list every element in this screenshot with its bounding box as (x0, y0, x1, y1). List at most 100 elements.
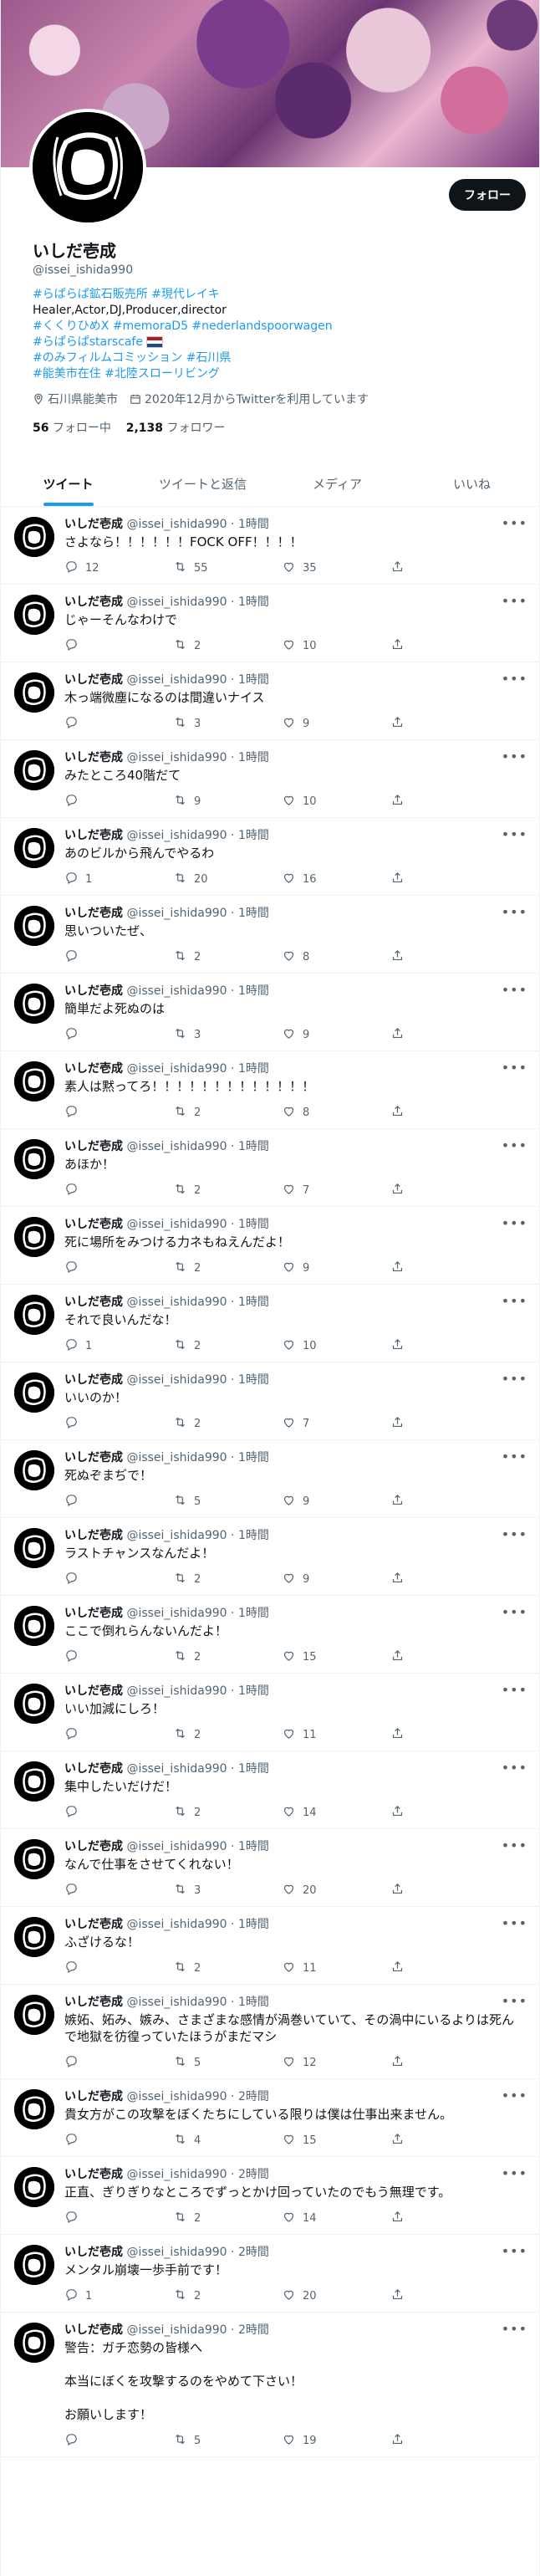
tweet-avatar[interactable] (14, 2323, 54, 2363)
more-options-icon[interactable]: ••• (502, 671, 527, 687)
tweet-author-name[interactable]: いしだ壱成 (64, 1451, 123, 1464)
tweet-author-handle[interactable]: @issei_ishida990 (126, 829, 227, 842)
tweet[interactable]: ••• いしだ壱成 @issei_ishida990 · 1時間 ふざけるな！ 2 11 (1, 1907, 539, 1985)
share-button[interactable] (390, 1804, 405, 1822)
like-button[interactable]: 7 (282, 1182, 390, 1199)
more-options-icon[interactable]: ••• (502, 1682, 527, 1698)
tweet-avatar[interactable] (14, 2089, 54, 2129)
reply-button[interactable] (64, 715, 173, 733)
tweet[interactable]: ••• いしだ壱成 @issei_ishida990 · 1時間 簡単だよ死ぬのは 3… (1, 974, 539, 1051)
reply-button[interactable] (64, 1726, 173, 1744)
tweet-time[interactable]: 1時間 (238, 1607, 269, 1620)
reply-button[interactable] (64, 1104, 173, 1122)
reply-button[interactable] (64, 1882, 173, 1899)
tweet-author-handle[interactable]: @issei_ishida990 (126, 1140, 227, 1153)
follow-button[interactable]: フォロー (449, 179, 526, 211)
bio-line-5[interactable]: #のみフィルムコミッション #石川県 (33, 350, 526, 366)
tweet-time[interactable]: 1時間 (238, 1918, 269, 1931)
tweet-author-name[interactable]: いしだ壱成 (64, 518, 123, 531)
tweet[interactable]: ••• いしだ壱成 @issei_ishida990 · 1時間 それで良いんだな！… (1, 1285, 539, 1362)
tweet-time[interactable]: 1時間 (238, 1140, 269, 1153)
retweet-button[interactable]: 2 (173, 1415, 282, 1433)
retweet-button[interactable]: 2 (173, 1804, 282, 1822)
tweet-author-handle[interactable]: @issei_ishida990 (126, 1296, 227, 1309)
tweet-avatar[interactable] (14, 828, 54, 868)
reply-button[interactable] (64, 637, 173, 655)
tweet[interactable]: ••• いしだ壱成 @issei_ishida990 · 1時間 いいのか！ 2 7 (1, 1362, 539, 1440)
like-button[interactable]: 10 (282, 637, 390, 655)
reply-button[interactable]: 1 (64, 871, 173, 888)
like-button[interactable]: 10 (282, 1337, 390, 1355)
bio-line-1[interactable]: #らぱらぱ鉱石販売所 #現代レイキ (33, 287, 526, 303)
share-button[interactable] (390, 948, 405, 966)
tweet[interactable]: ••• いしだ壱成 @issei_ishida990 · 2時間 貴女方がこの攻撃を… (1, 2079, 539, 2157)
like-button[interactable]: 15 (282, 1648, 390, 1666)
tweet[interactable]: ••• いしだ壱成 @issei_ishida990 · 1時間 素人は黙ってろ！！… (1, 1051, 539, 1129)
tweet-avatar[interactable] (14, 1061, 54, 1101)
more-options-icon[interactable]: ••• (502, 515, 527, 531)
tweet-author-handle[interactable]: @issei_ishida990 (126, 2090, 227, 2103)
tweet-author-name[interactable]: いしだ壱成 (64, 673, 123, 687)
reply-button[interactable]: 1 (64, 1337, 173, 1355)
tweet-time[interactable]: 1時間 (238, 907, 269, 920)
tweet-author-handle[interactable]: @issei_ishida990 (126, 2168, 227, 2181)
retweet-button[interactable]: 2 (173, 1337, 282, 1355)
tweet-time[interactable]: 2時間 (238, 2168, 269, 2181)
tweet-author-name[interactable]: いしだ壱成 (64, 2323, 123, 2337)
like-button[interactable]: 16 (282, 871, 390, 888)
tweet-author-name[interactable]: いしだ壱成 (64, 1140, 123, 1153)
like-button[interactable]: 9 (282, 715, 390, 733)
tweet-author-handle[interactable]: @issei_ishida990 (126, 673, 227, 687)
share-button[interactable] (390, 1104, 405, 1122)
more-options-icon[interactable]: ••• (502, 1993, 527, 2009)
tweet-author-handle[interactable]: @issei_ishida990 (126, 1607, 227, 1620)
tweet-avatar[interactable] (14, 2245, 54, 2285)
like-button[interactable]: 7 (282, 1415, 390, 1433)
tweet-time[interactable]: 2時間 (238, 2246, 269, 2259)
tweet-time[interactable]: 1時間 (238, 1684, 269, 1698)
share-button[interactable] (390, 1337, 405, 1355)
tweet-avatar[interactable] (14, 1139, 54, 1179)
reply-button[interactable] (64, 1648, 173, 1666)
like-button[interactable]: 14 (282, 2210, 390, 2227)
tweet[interactable]: ••• いしだ壱成 @issei_ishida990 · 1時間 集中したいだけだ！… (1, 1751, 539, 1829)
like-button[interactable]: 12 (282, 2054, 390, 2072)
like-button[interactable]: 20 (282, 1882, 390, 1899)
share-button[interactable] (390, 1882, 405, 1899)
tweet-time[interactable]: 1時間 (238, 518, 269, 531)
share-button[interactable] (390, 1260, 405, 1277)
tweet-avatar[interactable] (14, 1528, 54, 1568)
tweet-time[interactable]: 1時間 (238, 1762, 269, 1776)
share-button[interactable] (390, 715, 405, 733)
share-button[interactable] (390, 1571, 405, 1588)
tweet-author-handle[interactable]: @issei_ishida990 (126, 1373, 227, 1387)
tweet-time[interactable]: 1時間 (238, 829, 269, 842)
retweet-button[interactable]: 5 (173, 2054, 282, 2072)
retweet-button[interactable]: 9 (173, 793, 282, 810)
tweet-author-name[interactable]: いしだ壱成 (64, 2246, 123, 2259)
retweet-button[interactable]: 2 (173, 948, 282, 966)
tweet-avatar[interactable] (14, 1217, 54, 1257)
tweet-avatar[interactable] (14, 1839, 54, 1879)
tweet-author-handle[interactable]: @issei_ishida990 (126, 1684, 227, 1698)
more-options-icon[interactable]: ••• (502, 1837, 527, 1853)
share-button[interactable] (390, 1726, 405, 1744)
like-button[interactable]: 10 (282, 793, 390, 810)
tweet[interactable]: ••• いしだ壱成 @issei_ishida990 · 1時間 嫉妬、妬み、嫉み、… (1, 1985, 539, 2079)
share-button[interactable] (390, 2132, 405, 2149)
reply-button[interactable] (64, 1493, 173, 1510)
share-button[interactable] (390, 1648, 405, 1666)
more-options-icon[interactable]: ••• (502, 749, 527, 764)
share-button[interactable] (390, 637, 405, 655)
retweet-button[interactable]: 55 (173, 560, 282, 577)
reply-button[interactable] (64, 2132, 173, 2149)
more-options-icon[interactable]: ••• (502, 1760, 527, 1776)
like-button[interactable]: 8 (282, 1104, 390, 1122)
reply-button[interactable] (64, 1571, 173, 1588)
like-button[interactable]: 19 (282, 2432, 390, 2450)
more-options-icon[interactable]: ••• (502, 982, 527, 998)
tweet-author-handle[interactable]: @issei_ishida990 (126, 1918, 227, 1931)
retweet-button[interactable]: 4 (173, 2132, 282, 2149)
reply-button[interactable] (64, 1260, 173, 1277)
tweet-author-name[interactable]: いしだ壱成 (64, 1373, 123, 1387)
